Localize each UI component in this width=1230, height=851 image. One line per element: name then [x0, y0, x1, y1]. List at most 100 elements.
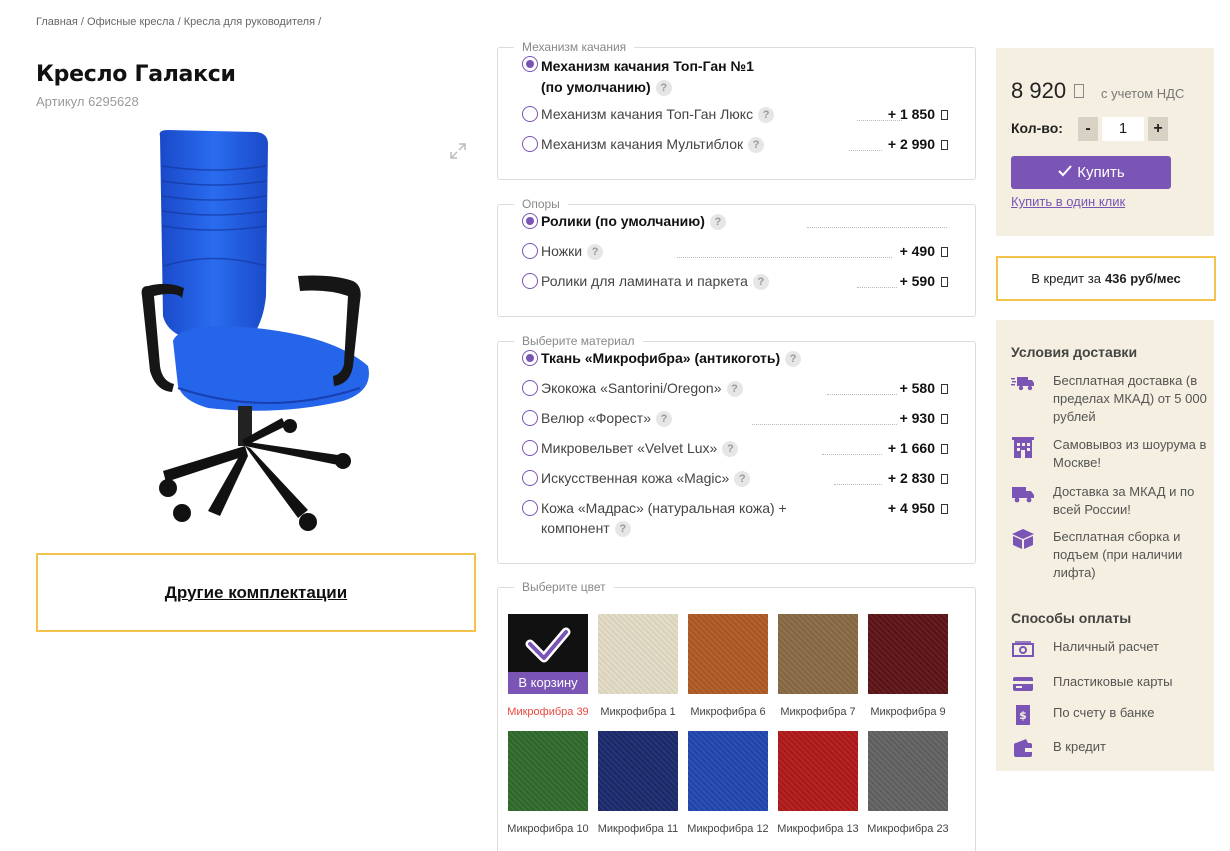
ruble-icon: [941, 384, 948, 394]
color-swatch[interactable]: [778, 731, 858, 811]
help-icon[interactable]: ?: [587, 244, 604, 260]
color-swatch-item[interactable]: Микрофибра 10: [507, 731, 589, 835]
radio[interactable]: [522, 470, 538, 486]
material-option-microvelvet[interactable]: Микровельвет «Velvet Lux»? + 1 660: [522, 440, 975, 470]
help-icon[interactable]: ?: [709, 214, 726, 230]
ruble-icon: [941, 414, 948, 424]
other-configurations-box[interactable]: Другие комплектации: [36, 553, 476, 632]
breadcrumb[interactable]: Главная / Офисные кресла / Кресла для ру…: [36, 16, 321, 28]
color-swatch[interactable]: [868, 731, 948, 811]
option-price: + 930: [900, 410, 948, 426]
quantity-increase-button[interactable]: +: [1148, 117, 1168, 141]
color-swatch-item[interactable]: Микрофибра 23: [867, 731, 949, 835]
color-swatch-item[interactable]: Микрофибра 9: [868, 614, 948, 718]
payment-title: Способы оплаты: [1011, 610, 1132, 626]
color-swatch[interactable]: [598, 731, 678, 811]
radio[interactable]: [522, 500, 538, 516]
material-option-natural-leather[interactable]: Кожа «Мадрас» (натуральная кожа) + компо…: [522, 500, 975, 544]
option-price: + 4 950: [888, 500, 948, 516]
help-icon[interactable]: ?: [752, 274, 769, 290]
ruble-icon: [1074, 84, 1085, 98]
other-configurations-link[interactable]: Другие комплектации: [165, 583, 347, 603]
vat-note: с учетом НДС: [1101, 86, 1185, 101]
color-swatch-label: Микрофибра 6: [690, 706, 766, 718]
color-swatch-item[interactable]: Микрофибра 12: [687, 731, 769, 835]
color-swatch-item[interactable]: В корзину Микрофибра 39: [507, 614, 589, 718]
add-to-cart-overlay[interactable]: В корзину: [508, 672, 588, 694]
svg-text:$: $: [1019, 709, 1027, 722]
dot-leader: [834, 484, 882, 485]
help-icon[interactable]: ?: [722, 441, 739, 457]
buy-button[interactable]: Купить: [1011, 156, 1171, 189]
delivery-text: Бесплатная сборка и подъем (при наличии …: [1053, 529, 1183, 580]
radio-selected[interactable]: [522, 350, 538, 366]
radio-selected[interactable]: [522, 213, 538, 229]
material-option-artificial-leather[interactable]: Искусственная кожа «Magic»? + 2 830: [522, 470, 975, 500]
help-icon[interactable]: ?: [758, 107, 775, 123]
help-icon[interactable]: ?: [734, 471, 751, 487]
material-option-microfiber[interactable]: Ткань «Микрофибра» (антикоготь)?: [522, 350, 975, 380]
color-swatch[interactable]: [598, 614, 678, 694]
dot-leader: [677, 257, 892, 258]
card-icon: [1013, 677, 1033, 691]
supports-option-laminate-rollers[interactable]: Ролики для ламината и паркета? + 590: [522, 273, 975, 303]
quantity-input[interactable]: 1: [1102, 117, 1144, 141]
help-icon[interactable]: ?: [785, 351, 802, 367]
color-swatch-label: Микрофибра 12: [687, 823, 769, 835]
payment-text: В кредит: [1053, 739, 1106, 754]
material-legend: Выберите материал: [522, 334, 635, 348]
supports-option-legs[interactable]: Ножки? + 490: [522, 243, 975, 273]
help-icon[interactable]: ?: [726, 381, 743, 397]
payment-text: По счету в банке: [1053, 705, 1155, 720]
material-option-ecoleather[interactable]: Экокожа «Santorini/Oregon»? + 580: [522, 380, 975, 410]
dot-leader: [752, 424, 897, 425]
color-swatch[interactable]: [868, 614, 948, 694]
radio[interactable]: [522, 273, 538, 289]
option-label: Ткань «Микрофибра» (антикоготь): [541, 350, 781, 366]
radio[interactable]: [522, 380, 538, 396]
mechanism-option-multiblock[interactable]: Механизм качания Мультиблок? + 2 990: [522, 136, 975, 166]
radio[interactable]: [522, 106, 538, 122]
mechanism-option-top-gun-1[interactable]: Механизм качания Топ-Ган №1 (по умолчани…: [522, 56, 975, 106]
color-swatch-item[interactable]: Микрофибра 13: [777, 731, 859, 835]
option-label: Механизм качания Топ-Ган Люкс: [541, 106, 754, 122]
radio[interactable]: [522, 136, 538, 152]
color-swatch[interactable]: [688, 614, 768, 694]
color-swatch-item[interactable]: Микрофибра 1: [598, 614, 678, 718]
color-swatch[interactable]: В корзину: [508, 614, 588, 694]
radio-selected[interactable]: [522, 56, 538, 72]
option-label: Велюр «Форест»: [541, 410, 651, 426]
breadcrumb-text[interactable]: Главная / Офисные кресла / Кресла для ру…: [36, 16, 321, 28]
material-option-velour[interactable]: Велюр «Форест»? + 930: [522, 410, 975, 440]
color-swatch-item[interactable]: Микрофибра 11: [598, 731, 678, 835]
quantity-decrease-button[interactable]: -: [1078, 117, 1098, 141]
mechanism-group: Механизм качания Механизм качания Топ-Га…: [497, 40, 976, 180]
radio[interactable]: [522, 410, 538, 426]
color-swatch[interactable]: [688, 731, 768, 811]
help-icon[interactable]: ?: [655, 80, 672, 96]
color-swatch[interactable]: [508, 731, 588, 811]
supports-option-rollers[interactable]: Ролики (по умолчанию)?: [522, 213, 975, 243]
expand-icon[interactable]: [448, 141, 468, 161]
color-swatch[interactable]: [778, 614, 858, 694]
supports-group: Опоры Ролики (по умолчанию)? Ножки? + 49…: [497, 197, 976, 317]
color-group: Выберите цвет В корзину Микрофибра 39 Микр…: [497, 580, 976, 851]
help-icon[interactable]: ?: [614, 521, 631, 537]
radio[interactable]: [522, 243, 538, 259]
buy-one-click-link[interactable]: Купить в один клик: [1011, 194, 1125, 209]
option-label: Механизм качания Топ-Ган №1: [541, 58, 754, 74]
material-group: Выберите материал Ткань «Микрофибра» (ан…: [497, 334, 976, 564]
mechanism-option-top-gun-lux[interactable]: Механизм качания Топ-Ган Люкс? + 1 850: [522, 106, 975, 136]
option-label: Экокожа «Santorini/Oregon»: [541, 380, 722, 396]
product-sku: Артикул 6295628: [36, 94, 139, 109]
color-swatch-item[interactable]: Микрофибра 6: [688, 614, 768, 718]
ruble-icon: [941, 140, 948, 150]
delivery-text: Бесплатная доставка (в пределах МКАД) от…: [1053, 373, 1207, 424]
delivery-title: Условия доставки: [1011, 344, 1138, 360]
color-swatch-item[interactable]: Микрофибра 7: [778, 614, 858, 718]
help-icon[interactable]: ?: [748, 137, 765, 153]
help-icon[interactable]: ?: [656, 411, 672, 427]
radio[interactable]: [522, 440, 538, 456]
bank-invoice-icon: $: [1016, 705, 1030, 725]
credit-offer[interactable]: В кредит за 436 руб/мес: [996, 256, 1216, 301]
